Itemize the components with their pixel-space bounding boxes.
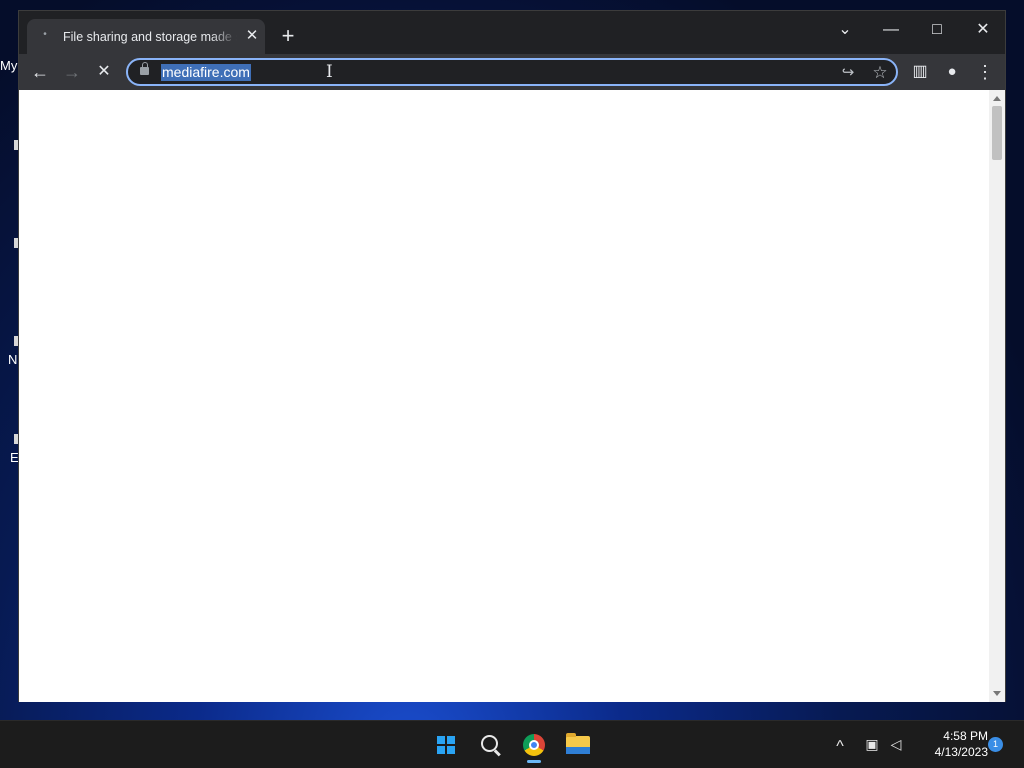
browser-toolbar: ← → ✕ mediafire.com I ↪ ☆ ▥ ● ⋮: [19, 54, 1005, 90]
clock-time: 4:58 PM: [943, 729, 988, 743]
address-bar[interactable]: mediafire.com I ↪ ☆: [126, 58, 898, 86]
taskbar-chrome-button[interactable]: [516, 727, 552, 763]
loading-dot-icon: •: [43, 29, 47, 40]
forward-button[interactable]: →: [59, 60, 85, 84]
taskbar: ^ ▣ ◁ 4:58 PM 4/13/2023 1: [0, 720, 1024, 768]
bookmark-star-icon[interactable]: ☆: [869, 62, 891, 84]
folder-icon: [566, 733, 590, 754]
back-button[interactable]: ←: [27, 60, 53, 84]
scrollbar-thumb[interactable]: [992, 106, 1002, 160]
network-icon[interactable]: ▣: [862, 734, 882, 754]
stop-loading-button[interactable]: ✕: [91, 60, 117, 84]
tab-active[interactable]: • File sharing and storage made simple ✕: [27, 19, 265, 54]
text-cursor-icon: I: [326, 62, 333, 82]
volume-icon[interactable]: ◁: [886, 734, 906, 754]
start-button[interactable]: [428, 727, 464, 763]
taskbar-file-explorer-button[interactable]: [560, 727, 596, 763]
taskbar-search-button[interactable]: [472, 727, 508, 763]
taskbar-clock[interactable]: 4:58 PM 4/13/2023: [910, 728, 988, 760]
page-viewport[interactable]: [19, 90, 989, 702]
url-text[interactable]: mediafire.com: [161, 64, 251, 81]
maximize-button[interactable]: □: [914, 15, 960, 45]
chrome-menu-button[interactable]: ⋮: [972, 60, 998, 84]
side-panel-button[interactable]: ▥: [907, 60, 933, 84]
lock-icon[interactable]: [140, 62, 149, 75]
desktop-icon-label-my[interactable]: My: [0, 58, 17, 73]
notification-badge[interactable]: 1: [988, 737, 1003, 752]
tab-search-button[interactable]: ⌄: [822, 15, 868, 45]
scroll-up-arrow-icon[interactable]: [993, 96, 1001, 101]
share-icon[interactable]: ↪: [837, 62, 859, 84]
clock-date: 4/13/2023: [934, 745, 988, 759]
browser-window: • File sharing and storage made simple ✕…: [18, 10, 1006, 702]
search-icon: [481, 735, 498, 752]
minimize-button[interactable]: —: [868, 15, 914, 45]
chrome-icon: [523, 734, 545, 756]
close-window-button[interactable]: ✕: [960, 15, 1006, 45]
scroll-down-arrow-icon[interactable]: [993, 691, 1001, 696]
tab-strip: • File sharing and storage made simple ✕…: [19, 11, 1005, 54]
new-tab-button[interactable]: +: [277, 25, 299, 47]
tray-overflow-chevron-icon[interactable]: ^: [830, 737, 850, 757]
tab-title: File sharing and storage made simple: [63, 30, 237, 44]
active-app-indicator: [527, 760, 541, 763]
profile-avatar-icon[interactable]: ●: [939, 60, 965, 84]
tab-close-icon[interactable]: ✕: [243, 27, 261, 45]
desktop-icon-label-n[interactable]: N: [8, 352, 17, 367]
windows-logo-icon: [437, 736, 455, 754]
vertical-scrollbar[interactable]: [989, 90, 1005, 702]
